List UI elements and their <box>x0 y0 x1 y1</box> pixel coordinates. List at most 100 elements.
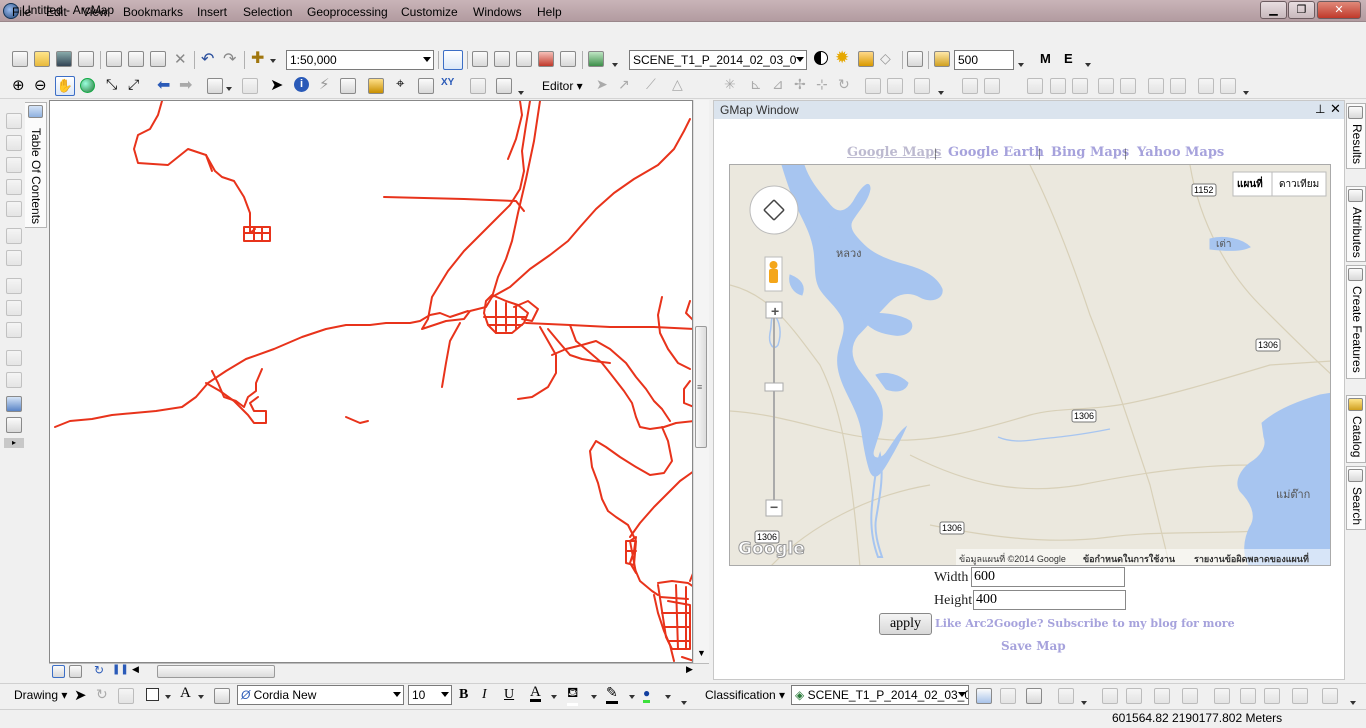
scatter-icon[interactable] <box>1264 688 1280 704</box>
classification-layer-combo[interactable]: ◈ SCENE_T1_P_2014_02_03_0 <box>791 685 969 705</box>
toolbar-options-icon[interactable] <box>1350 698 1356 706</box>
dock-tool-icon[interactable] <box>6 135 22 151</box>
menu-view[interactable]: View <box>82 5 108 19</box>
toolbar-options-icon[interactable] <box>518 88 524 96</box>
cut-polygons-icon[interactable]: ✢ <box>794 76 806 93</box>
html-popup-icon[interactable] <box>340 78 356 94</box>
pause-drawing-icon[interactable]: ❚❚ <box>112 664 129 675</box>
layout-view-icon[interactable] <box>69 665 82 678</box>
hscroll-left-icon[interactable]: ◀ <box>132 664 139 675</box>
copy-icon[interactable] <box>128 51 144 67</box>
reclassify-icon[interactable] <box>1058 688 1074 704</box>
search-window-icon[interactable] <box>516 51 532 67</box>
sketch-properties-icon[interactable] <box>887 78 903 94</box>
width-input[interactable]: 600 <box>971 567 1125 587</box>
new-document-icon[interactable] <box>12 51 28 67</box>
rotate-element-icon[interactable]: ↻ <box>96 686 108 703</box>
classification-menu-button[interactable]: Classification ▾ <box>705 688 785 702</box>
pin-icon[interactable]: ⊥ <box>1315 102 1325 116</box>
classification-icon[interactable] <box>1000 688 1016 704</box>
google-map-embed[interactable]: แผนที่ ดาวเทียม + − หลวง เต่า แม่ต๊าก 11… <box>729 164 1331 566</box>
trace-icon[interactable]: △ <box>672 76 683 93</box>
editor-menu-button[interactable]: Editor ▾ <box>542 79 583 93</box>
zoom-value-spinner[interactable]: 500 <box>954 50 1014 70</box>
undo-icon[interactable]: ↶ <box>201 49 214 69</box>
split-icon[interactable]: ⊹ <box>816 76 828 93</box>
paste-icon[interactable] <box>150 51 166 67</box>
bold-button[interactable]: B <box>459 687 468 703</box>
dock-tool-icon[interactable] <box>6 228 22 244</box>
topology-icon[interactable] <box>1027 78 1043 94</box>
draw-line-icon[interactable] <box>1102 688 1118 704</box>
edit-vertices-icon[interactable]: ⊾ <box>750 76 762 93</box>
select-elements-icon[interactable]: ➤ <box>270 75 283 95</box>
menu-file[interactable]: File <box>12 5 31 19</box>
zoom-in-button[interactable]: + <box>771 303 779 319</box>
redo-icon[interactable]: ↷ <box>223 49 236 69</box>
pan-icon[interactable]: ✋ <box>55 76 75 96</box>
dock-tool-icon[interactable] <box>6 250 22 266</box>
select-features-icon[interactable] <box>207 78 223 94</box>
vscroll-down-icon[interactable]: ▼ <box>697 648 706 658</box>
height-input[interactable]: 400 <box>973 590 1126 610</box>
map-hscroll-thumb[interactable] <box>157 665 275 678</box>
google-maps-link[interactable]: Google Maps <box>847 145 942 160</box>
adjust-icon[interactable] <box>1322 688 1338 704</box>
training-sample-icon[interactable] <box>1026 688 1042 704</box>
map-type-button[interactable]: แผนที่ <box>1237 177 1263 192</box>
dock-expand-icon[interactable]: ▸ <box>4 438 24 448</box>
toolbar-options-icon[interactable] <box>938 88 944 96</box>
dock-tool-icon[interactable] <box>6 396 22 412</box>
menu-selection[interactable]: Selection <box>243 5 292 19</box>
draw-marker-icon[interactable] <box>1240 688 1256 704</box>
create-viewer-icon[interactable] <box>496 78 512 94</box>
dock-tool-icon[interactable] <box>6 322 22 338</box>
menu-customize[interactable]: Customize <box>401 5 458 19</box>
fixed-zoom-out-icon[interactable]: ⤢ <box>128 76 139 93</box>
dock-tool-icon[interactable] <box>6 372 22 388</box>
menu-help[interactable]: Help <box>537 5 562 19</box>
rectangle-icon[interactable] <box>146 688 159 701</box>
fix-topology-icon[interactable] <box>1098 78 1114 94</box>
go-to-xy-icon[interactable]: XY <box>441 77 454 88</box>
map-view[interactable] <box>49 100 693 663</box>
italic-button[interactable]: I <box>482 687 487 703</box>
m-button[interactable]: M <box>1040 51 1051 66</box>
text-tool-icon[interactable]: A <box>180 685 191 702</box>
map-scale-combo[interactable]: 1:50,000 <box>286 50 434 70</box>
edit-tool-icon[interactable]: ➤ <box>596 76 608 93</box>
marker-color-icon[interactable]: ● <box>643 686 651 703</box>
dock-tool-icon[interactable] <box>6 157 22 173</box>
menu-insert[interactable]: Insert <box>197 5 227 19</box>
table-of-contents-icon[interactable] <box>472 51 488 67</box>
catalog-window-icon[interactable] <box>494 51 510 67</box>
data-view-icon[interactable] <box>52 665 65 678</box>
layer-combo[interactable]: SCENE_T1_P_2014_02_03_0 <box>629 50 807 70</box>
edit-vertices-draw-icon[interactable] <box>214 688 230 704</box>
font-size-combo[interactable]: 10 <box>408 685 452 705</box>
dock-tool-icon[interactable] <box>6 350 22 366</box>
dock-tool-icon[interactable] <box>6 278 22 294</box>
satellite-type-button[interactable]: ดาวเทียม <box>1279 177 1319 192</box>
menu-edit[interactable]: Edit <box>46 5 67 19</box>
layers-icon[interactable] <box>1292 688 1308 704</box>
add-data-dropdown-icon[interactable] <box>270 56 276 64</box>
georef-icon[interactable] <box>962 78 978 94</box>
contrast-icon[interactable] <box>814 51 828 65</box>
error-inspector-icon[interactable] <box>1120 78 1136 94</box>
report-map-error-link[interactable]: รายงานข้อผิดพลาดของแผนที่ <box>1194 552 1309 565</box>
toolbar-options-icon[interactable] <box>612 60 618 68</box>
line-color-dropdown-icon[interactable] <box>629 692 635 700</box>
full-extent-icon[interactable] <box>80 78 95 93</box>
zoom-to-selected-icon[interactable] <box>118 688 134 704</box>
measure-icon[interactable] <box>368 78 384 94</box>
shape-dropdown-icon[interactable] <box>165 692 171 700</box>
font-color-icon[interactable]: A <box>530 685 541 702</box>
underline-button[interactable]: U <box>504 687 514 703</box>
google-earth-link[interactable]: Google Earth <box>948 145 1044 160</box>
image-analysis-icon[interactable] <box>907 51 923 67</box>
arctoolbox-icon[interactable] <box>538 51 554 67</box>
marker-color-dropdown-icon[interactable] <box>665 692 671 700</box>
route-edit-icon[interactable] <box>1198 78 1214 94</box>
route-measure-icon[interactable] <box>1220 78 1236 94</box>
